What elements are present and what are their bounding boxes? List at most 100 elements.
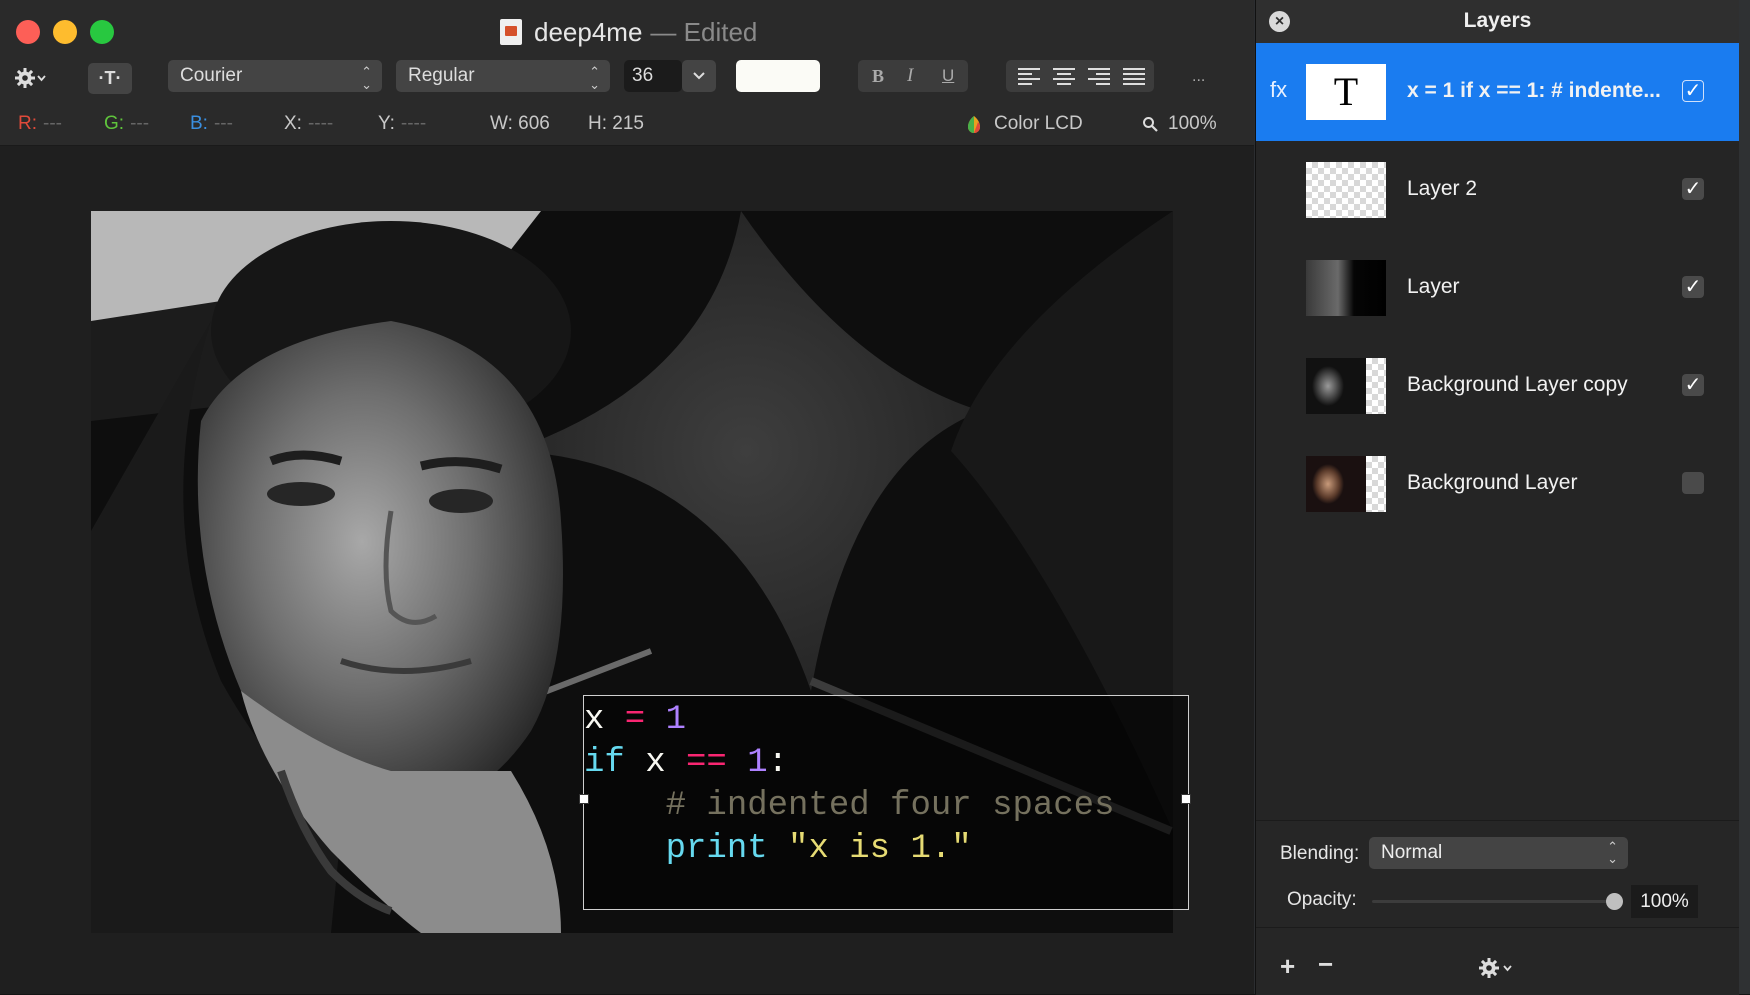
underline-button[interactable]: U bbox=[942, 66, 954, 86]
photo-layer-thumbnail bbox=[1306, 358, 1386, 414]
toolbar: ·T· Courier ⌃ ⌄ Regular ⌃ ⌄ 36 B I U ... bbox=[0, 55, 1254, 105]
align-right-icon[interactable] bbox=[1088, 67, 1110, 85]
color-profile-button[interactable]: Color LCD bbox=[966, 113, 1083, 135]
code-token: x bbox=[624, 744, 687, 782]
magnifier-icon bbox=[1143, 117, 1158, 132]
code-token: = bbox=[604, 701, 666, 739]
document-name: deep4me bbox=[534, 16, 643, 47]
y-readout: Y: ---- bbox=[378, 113, 426, 135]
zoom-window-button[interactable] bbox=[90, 20, 114, 44]
code-token: 1 bbox=[726, 744, 768, 782]
green-readout: G: --- bbox=[104, 113, 149, 135]
code-line-1: x = 1 bbox=[584, 699, 1188, 742]
text-layer-box[interactable]: x = 1 if x == 1: # indented four spaces … bbox=[579, 695, 1191, 910]
blending-select[interactable]: Normal ⌃ ⌄ bbox=[1369, 837, 1628, 869]
height-readout: H: 215 bbox=[588, 113, 644, 135]
alignment-group bbox=[1006, 60, 1154, 92]
x-label: X: bbox=[284, 113, 302, 134]
layer-row-background[interactable]: Background Layer bbox=[1256, 435, 1739, 533]
layer-row-layer-2[interactable]: Layer 2 ✓ bbox=[1256, 141, 1739, 239]
more-button[interactable]: ... bbox=[1192, 63, 1216, 91]
code-token: x bbox=[584, 701, 605, 739]
transparent-layer-thumbnail bbox=[1306, 162, 1386, 218]
close-window-button[interactable] bbox=[16, 20, 40, 44]
minimize-window-button[interactable] bbox=[53, 20, 77, 44]
updown-arrows-icon: ⌃ ⌄ bbox=[1607, 839, 1618, 866]
visibility-checkbox[interactable]: ✓ bbox=[1682, 178, 1704, 200]
effects-label[interactable]: fx bbox=[1270, 77, 1287, 103]
gear-icon bbox=[1479, 958, 1512, 978]
remove-layer-button[interactable]: − bbox=[1318, 949, 1333, 980]
opacity-slider-track[interactable] bbox=[1372, 900, 1617, 903]
chevron-down-icon bbox=[693, 72, 705, 80]
opacity-value-field[interactable]: 100% bbox=[1631, 885, 1698, 918]
color-profile-label: Color LCD bbox=[994, 113, 1083, 134]
font-size-input[interactable]: 36 bbox=[624, 60, 682, 92]
add-layer-button[interactable]: + bbox=[1280, 951, 1295, 982]
text-color-well[interactable] bbox=[736, 60, 820, 92]
layer-row-text[interactable]: fx T x = 1 if x == 1: # indente... ✓ bbox=[1256, 43, 1739, 141]
code-token: == bbox=[686, 744, 727, 782]
green-label: G: bbox=[104, 113, 125, 134]
edited-status: — Edited bbox=[650, 16, 758, 47]
resize-handle-left[interactable] bbox=[579, 794, 589, 804]
code-token: "x is 1." bbox=[767, 830, 972, 868]
green-value: --- bbox=[130, 113, 150, 134]
code-token: : bbox=[767, 744, 789, 782]
text-tool-button[interactable]: ·T· bbox=[88, 63, 132, 94]
red-value: --- bbox=[43, 113, 62, 134]
settings-menu-button[interactable] bbox=[14, 63, 52, 93]
align-left-icon[interactable] bbox=[1018, 67, 1040, 85]
font-style-select[interactable]: Regular ⌃ ⌄ bbox=[396, 60, 610, 92]
visibility-checkbox[interactable]: ✓ bbox=[1682, 276, 1704, 298]
height-label: H: bbox=[588, 113, 607, 134]
y-label: Y: bbox=[378, 113, 395, 134]
italic-button[interactable]: I bbox=[907, 65, 913, 87]
zoom-value: 100% bbox=[1168, 113, 1217, 134]
align-center-icon[interactable] bbox=[1053, 67, 1075, 85]
resize-handle-right[interactable] bbox=[1181, 794, 1191, 804]
red-label: R: bbox=[18, 113, 37, 134]
layer-name: Layer bbox=[1407, 275, 1460, 298]
updown-arrows-icon: ⌃ ⌄ bbox=[361, 64, 372, 92]
title-bar: deep4me — Edited bbox=[0, 0, 1254, 63]
width-value: 606 bbox=[518, 113, 550, 134]
font-family-select[interactable]: Courier ⌃ ⌄ bbox=[168, 60, 382, 92]
transparent-area bbox=[1366, 358, 1386, 414]
width-label: W: bbox=[490, 113, 513, 134]
main-window: deep4me — Edited ·T· Courier ⌃ ⌄ Regular … bbox=[0, 0, 1254, 994]
divider bbox=[1256, 927, 1739, 928]
code-token: print bbox=[665, 830, 768, 868]
text-style-group: B I U bbox=[858, 60, 968, 92]
code-token: 1 bbox=[665, 701, 687, 739]
text-layer-thumbnail: T bbox=[1306, 64, 1386, 120]
bold-button[interactable]: B bbox=[872, 66, 884, 87]
width-readout: W: 606 bbox=[490, 113, 550, 135]
layers-panel-title: Layers bbox=[1463, 9, 1532, 32]
document-icon bbox=[500, 19, 522, 45]
blending-value: Normal bbox=[1381, 842, 1443, 863]
justify-icon[interactable] bbox=[1123, 67, 1145, 85]
layer-row-background-copy[interactable]: Background Layer copy ✓ bbox=[1256, 337, 1739, 435]
zoom-control[interactable]: 100% bbox=[1142, 113, 1217, 135]
window-title: deep4me — Edited bbox=[500, 17, 757, 47]
layer-actions-menu-button[interactable] bbox=[1478, 956, 1518, 985]
blue-readout: B: --- bbox=[190, 113, 233, 135]
code-token: if bbox=[584, 744, 625, 782]
updown-arrows-icon: ⌃ ⌄ bbox=[589, 64, 600, 92]
opacity-label: Opacity: bbox=[1287, 889, 1357, 910]
layer-row-layer[interactable]: Layer ✓ bbox=[1256, 239, 1739, 337]
visibility-checkbox[interactable] bbox=[1682, 472, 1704, 494]
font-style-value: Regular bbox=[408, 65, 475, 86]
blue-label: B: bbox=[190, 113, 208, 134]
layers-panel: × Layers fx T x = 1 if x == 1: # indente… bbox=[1255, 0, 1739, 995]
red-readout: R: --- bbox=[18, 113, 62, 135]
font-size-dropdown[interactable] bbox=[682, 60, 716, 92]
visibility-checkbox[interactable]: ✓ bbox=[1682, 80, 1704, 102]
y-value: ---- bbox=[400, 113, 427, 134]
gradient-layer-thumbnail bbox=[1306, 260, 1386, 316]
photo-thumbnail-image bbox=[1306, 358, 1366, 414]
opacity-slider-knob[interactable] bbox=[1606, 893, 1623, 910]
visibility-checkbox[interactable]: ✓ bbox=[1682, 374, 1704, 396]
